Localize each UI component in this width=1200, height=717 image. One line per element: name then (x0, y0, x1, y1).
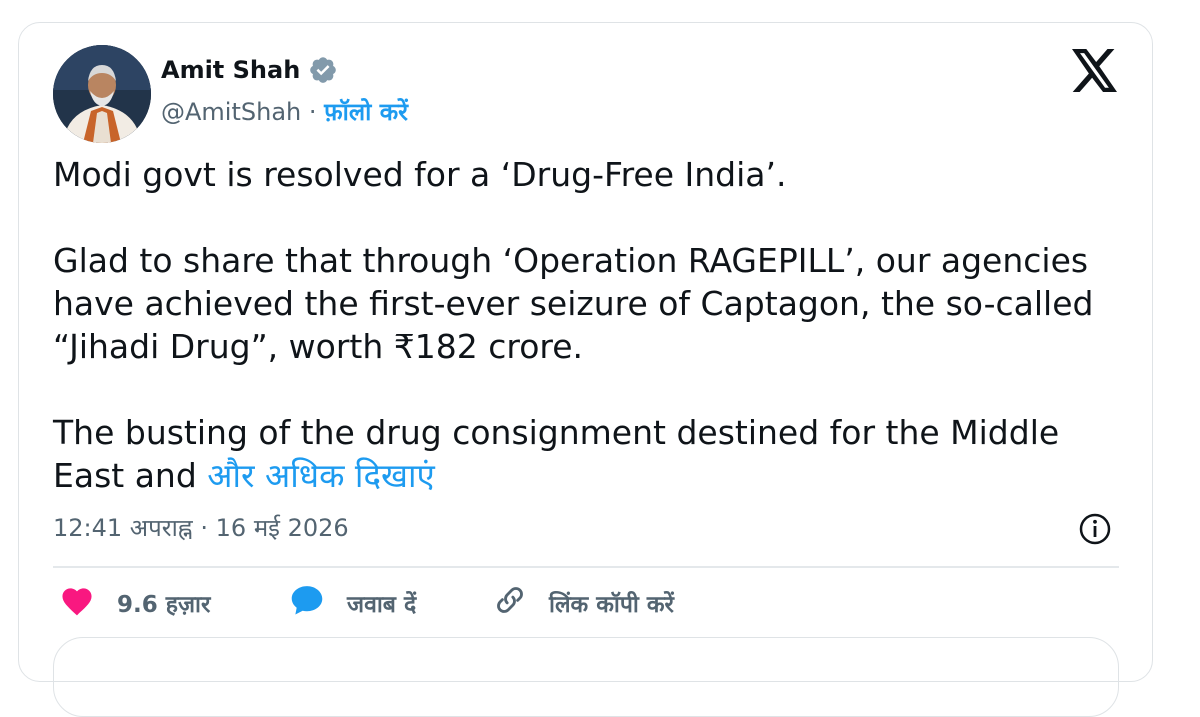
tweet-date[interactable]: 16 मई 2026 (216, 514, 349, 542)
speech-bubble-icon[interactable] (289, 584, 325, 622)
reply-label: जवाब दें (347, 592, 417, 618)
verified-badge-icon[interactable] (308, 55, 338, 85)
link-icon[interactable] (493, 583, 527, 623)
timestamp-row[interactable]: 12:41 अपराह्न · 16 मई 2026 (53, 511, 349, 544)
author-name-row[interactable]: Amit Shah (161, 55, 338, 85)
tweet-paragraph: Modi govt is resolved for a ‘Drug-Free I… (53, 155, 787, 194)
like-count: 9.6 हज़ार (117, 592, 211, 618)
avatar[interactable] (53, 45, 151, 143)
follow-button[interactable]: फ़ॉलो करें (324, 98, 408, 126)
tweet-card: Amit Shah @AmitShah · फ़ॉलो करें Modi go… (18, 22, 1153, 717)
copy-link-button[interactable]: लिंक कॉपी करें (493, 585, 674, 621)
author-name[interactable]: Amit Shah (161, 56, 300, 84)
tweet-time[interactable]: 12:41 अपराह्न (53, 514, 193, 542)
info-icon[interactable] (1077, 511, 1113, 547)
tweet-paragraph-truncated: The busting of the drug consignment dest… (53, 411, 1133, 497)
tweet-paragraph: Glad to share that through ‘Operation RA… (53, 241, 1094, 366)
handle-row: @AmitShah · फ़ॉलो करें (161, 95, 408, 128)
like-button[interactable]: 9.6 हज़ार (59, 585, 210, 621)
reply-button[interactable]: जवाब दें (289, 585, 416, 621)
divider (53, 566, 1119, 568)
tweet-text: Modi govt is resolved for a ‘Drug-Free I… (53, 153, 1133, 497)
copy-link-label: लिंक कॉपी करें (549, 592, 674, 618)
read-replies-button[interactable] (53, 637, 1119, 717)
x-logo-icon[interactable] (1071, 49, 1119, 93)
heart-icon[interactable] (59, 584, 95, 622)
show-more-link[interactable]: और अधिक दिखाएं (207, 456, 435, 495)
author-handle[interactable]: @AmitShah (161, 98, 301, 126)
separator-dot: · (308, 98, 317, 126)
separator-dot: · (200, 514, 209, 542)
truncated-text: The busting of the drug consignment dest… (53, 413, 1060, 495)
